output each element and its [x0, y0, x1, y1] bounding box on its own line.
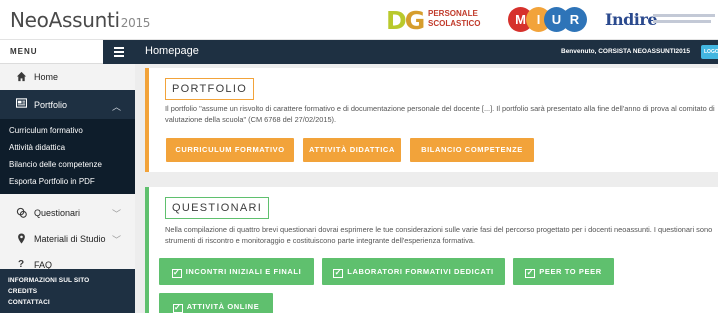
dg-logo-mark: DG: [386, 6, 425, 35]
hamburger-menu-button[interactable]: [103, 40, 135, 64]
questionari-description: Nella compilazione di quattro brevi ques…: [165, 225, 713, 245]
miur-logo[interactable]: M I U R: [508, 7, 587, 33]
footer-link-credits[interactable]: CREDITS: [8, 288, 37, 295]
home-icon: [15, 71, 27, 83]
questionari-panel: QUESTIONARI Nella compilazione di quattr…: [145, 187, 718, 313]
sidebar-item-label: FAQ: [34, 260, 53, 269]
footer-link-info[interactable]: INFORMAZIONI SUL SITO: [8, 277, 89, 284]
incontri-iniziali-button[interactable]: ✓ INCONTRI INIZIALI E FINALI: [159, 258, 314, 285]
checkbox-icon: ✓: [172, 303, 183, 313]
button-label: PEER TO PEER: [539, 267, 602, 276]
submenu-item-curriculum[interactable]: Curriculum formativo: [9, 126, 83, 135]
portfolio-icon: [15, 98, 27, 110]
dg-personale-scolastico-logo[interactable]: DG PERSONALE SCOLASTICO: [386, 6, 480, 35]
sidebar-item-label: Home: [34, 72, 59, 82]
question-icon: ?: [17, 259, 25, 269]
button-label: ATTIVITÀ ONLINE: [186, 302, 260, 311]
footer-link-contattaci[interactable]: CONTATTACI: [8, 299, 50, 306]
top-bar: Homepage Benvenuto, CORSISTA NEOASSUNTI2…: [135, 40, 718, 64]
sidebar-menu-bar: MENU: [0, 40, 135, 64]
questionari-title: QUESTIONARI: [165, 197, 270, 219]
button-label: LABORATORI FORMATIVI DEDICATI: [347, 267, 494, 276]
laboratori-formativi-button[interactable]: ✓ LABORATORI FORMATIVI DEDICATI: [322, 258, 505, 285]
portfolio-title: PORTFOLIO: [165, 78, 255, 100]
welcome-prefix: Benvenuto,: [561, 48, 597, 55]
curriculum-formativo-button[interactable]: CURRICULUM FORMATIVO: [166, 138, 294, 162]
portfolio-panel: PORTFOLIO Il portfolio "assume un risvol…: [145, 68, 718, 172]
portfolio-description: Il portfolio "assume un risvolto di cara…: [165, 104, 715, 124]
submenu-item-bilancio[interactable]: Bilancio delle competenze: [9, 160, 102, 169]
page-title: Homepage: [145, 45, 199, 57]
sidebar-footer: INFORMAZIONI SUL SITO CREDITS CONTATTACI: [0, 269, 135, 313]
sidebar-item-faq[interactable]: ? FAQ: [0, 252, 135, 269]
attivita-didattica-button[interactable]: ATTIVITÀ DIDATTICA: [303, 138, 401, 162]
checkbox-icon: ✓: [333, 268, 344, 278]
chevron-up-icon: ︿: [112, 102, 122, 112]
checkbox-icon: ✓: [171, 268, 182, 278]
brand-year: 2015: [120, 16, 151, 30]
portfolio-submenu: Curriculum formativo Attività didattica …: [0, 119, 135, 194]
sidebar-item-label: Materiali di Studio: [34, 234, 106, 244]
sidebar-item-questionari[interactable]: Questionari ﹀: [0, 200, 135, 226]
sidebar-item-materiali[interactable]: Materiali di Studio ﹀: [0, 226, 135, 252]
indire-logo[interactable]: Indire: [605, 10, 715, 32]
sidebar-item-home[interactable]: Home: [0, 64, 135, 90]
bilancio-competenze-button[interactable]: BILANCIO COMPETENZE: [410, 138, 534, 162]
button-label: INCONTRI INIZIALI E FINALI: [185, 267, 302, 276]
hamburger-icon: [114, 47, 124, 49]
welcome-text: Benvenuto, CORSISTA NEOASSUNTI2015: [561, 48, 690, 55]
chevron-down-icon: ﹀: [112, 209, 122, 219]
indire-tagline-line: [653, 14, 715, 17]
chevron-down-icon: ﹀: [112, 235, 122, 245]
username: CORSISTA NEOASSUNTI2015: [598, 48, 690, 55]
dg-logo-text: PERSONALE SCOLASTICO: [428, 9, 481, 28]
indire-wordmark: Indire: [605, 10, 658, 29]
submenu-item-esporta-pdf[interactable]: Esporta Portfolio in PDF: [9, 177, 95, 186]
site-header: NeoAssunti2015 DG PERSONALE SCOLASTICO M…: [0, 0, 718, 40]
sidebar-item-label: Questionari: [34, 208, 81, 218]
sidebar-item-label: Portfolio: [34, 100, 68, 110]
sidebar-item-portfolio[interactable]: Portfolio ︿: [0, 90, 135, 119]
sidebar: MENU Home Portfolio ︿ Curriculum formati…: [0, 40, 135, 313]
site-brand[interactable]: NeoAssunti2015: [10, 8, 150, 32]
checkbox-icon: ✓: [525, 268, 536, 278]
miur-letter-r: R: [562, 7, 587, 32]
indire-tagline-line: [653, 20, 711, 23]
map-marker-icon: [15, 233, 27, 245]
menu-label: MENU: [10, 47, 38, 56]
logout-button[interactable]: LOGOUT: [701, 45, 718, 59]
attivita-online-button[interactable]: ✓ ATTIVITÀ ONLINE: [159, 293, 273, 313]
peer-to-peer-button[interactable]: ✓ PEER TO PEER: [513, 258, 614, 285]
main-content: PORTFOLIO Il portfolio "assume un risvol…: [135, 64, 718, 313]
submenu-item-attivita[interactable]: Attività didattica: [9, 143, 65, 152]
brand-name: NeoAssunti: [10, 8, 120, 32]
questionari-icon: [15, 207, 27, 219]
